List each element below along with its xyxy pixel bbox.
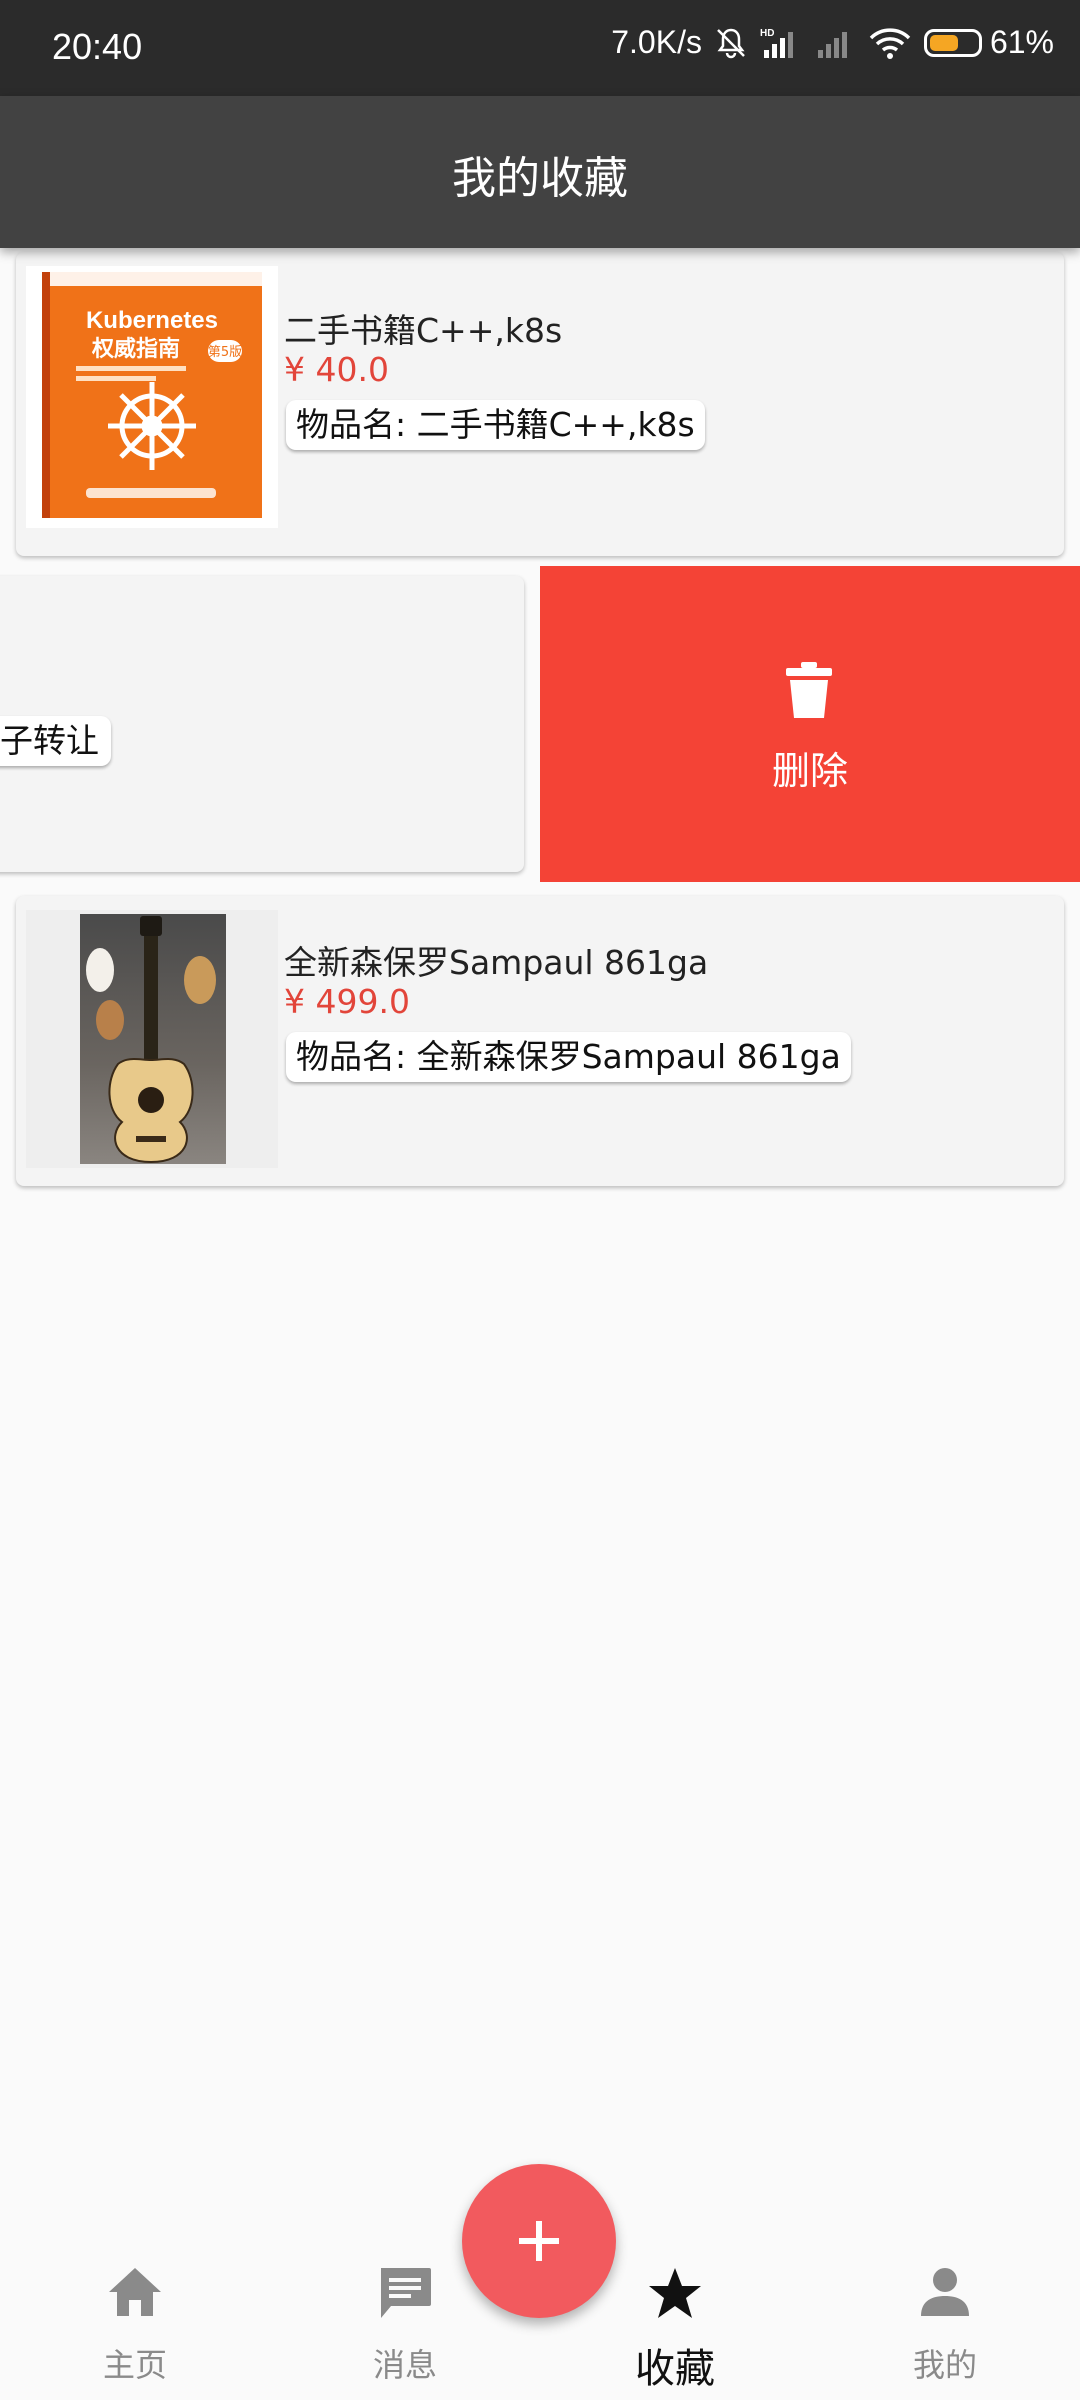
battery-indicator: 61%	[923, 24, 1054, 61]
svg-text:HD: HD	[760, 28, 774, 39]
star-icon	[647, 2266, 703, 2324]
favorite-card[interactable]: 全新森保罗Sampaul 861ga ¥ 499.0 物品名: 全新森保罗Sam…	[16, 896, 1064, 1186]
plus-icon	[519, 2221, 559, 2261]
item-name-chip: 物品名: 二手书籍C++,k8s	[286, 400, 705, 450]
message-icon	[377, 2266, 433, 2324]
nav-item-profile[interactable]: 我的	[810, 2240, 1080, 2400]
favorite-card[interactable]: Kubernetes 权威指南 第5版 二手书籍C++,k8s ¥ 40.0 物…	[16, 252, 1064, 556]
book-cover-title: Kubernetes	[86, 307, 218, 334]
delete-label: 删除	[771, 749, 848, 793]
item-title: 全新森保罗Sampaul 861ga	[284, 943, 709, 982]
hd-signal-icon: HD	[760, 26, 804, 60]
nav-label: 主页	[102, 2346, 167, 2384]
status-time: 20:40	[52, 26, 143, 67]
status-icons: 7.0K/s HD 61%	[611, 24, 1054, 61]
signal-icon	[816, 26, 856, 60]
nav-item-home[interactable]: 主页	[0, 2240, 270, 2400]
book-cover-edition: 第5版	[208, 345, 242, 360]
battery-percent: 61%	[989, 24, 1054, 60]
nav-label: 消息	[372, 2346, 437, 2384]
mute-bell-icon	[714, 26, 748, 60]
kubernetes-book-cover: Kubernetes 权威指南 第5版	[26, 266, 278, 528]
book-cover-image: Kubernetes 权威指南 第5版	[26, 266, 278, 528]
network-speed: 7.0K/s	[611, 24, 702, 60]
delete-action[interactable]: 删除	[540, 566, 1080, 882]
battery-icon	[923, 28, 982, 57]
book-cover-subtitle: 权威指南	[91, 336, 180, 362]
item-price: ¥ 499.0	[284, 982, 410, 1021]
page-title: 我的收藏	[452, 153, 628, 204]
item-title: 二手书籍C++,k8s	[284, 311, 563, 350]
guitar-image	[26, 910, 278, 1168]
trash-icon	[786, 662, 832, 722]
app-bar: 我的收藏	[0, 96, 1080, 248]
home-icon	[107, 2266, 163, 2322]
guitar-photo	[26, 910, 278, 1168]
item-name-chip: 物品名: 全新森保罗Sampaul 861ga	[286, 1032, 851, 1082]
status-bar: 20:40 7.0K/s HD 61%	[0, 0, 1080, 96]
wifi-icon	[868, 26, 912, 60]
add-button[interactable]	[462, 2164, 616, 2318]
person-icon	[917, 2266, 973, 2322]
nav-label: 收藏	[635, 2346, 715, 2392]
favorite-card-swiped[interactable]: 子转让	[0, 576, 524, 872]
nav-label: 我的	[912, 2346, 977, 2384]
item-name-chip: 子转让	[0, 716, 111, 766]
item-price: ¥ 40.0	[284, 350, 389, 389]
